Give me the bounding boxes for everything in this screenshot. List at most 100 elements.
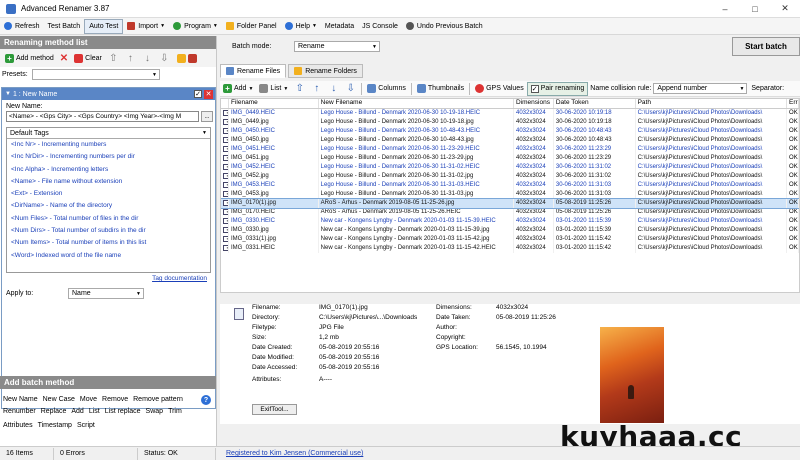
add-method-button[interactable]: + Add method [2,50,57,66]
row-checkbox[interactable]: ✓ [221,154,229,163]
method-enabled-checkbox[interactable]: ✓ [194,90,202,98]
batch-new-name[interactable]: New Name [3,396,38,403]
row-checkbox[interactable]: ✓ [221,145,229,154]
import-menu[interactable]: Import ▼ [123,19,169,34]
batch-attributes[interactable]: Attributes [3,422,33,429]
apply-to-select[interactable]: Name ▼ [68,288,144,299]
tag-item[interactable]: <Inc Nr> - Incrementing numbers [7,139,210,151]
batch-renumber[interactable]: Renumber [3,408,36,415]
table-row[interactable]: ✓IMG_0452.jpgLego House - Billund - Denm… [221,172,799,181]
batch-new-case[interactable]: New Case [43,396,75,403]
col-filename[interactable]: Filename [229,99,319,108]
table-row[interactable]: ✓IMG_0452.HEICLego House - Billund - Den… [221,163,799,172]
table-row[interactable]: ✓IMG_0330.jpgNew car - Kongens Lyngby - … [221,226,799,235]
registration-link[interactable]: Registered to Kim Jensen (Commercial use… [216,450,363,457]
table-row[interactable]: ✓IMG_0331.HEICNew car - Kongens Lyngby -… [221,244,799,253]
start-batch-button[interactable]: Start batch [732,37,800,56]
move-top-icon[interactable]: ⇧ [109,53,118,64]
open-folder-icon[interactable] [176,53,186,63]
columns-button[interactable]: Columns [364,82,409,96]
col-path[interactable]: Path [636,99,788,108]
row-checkbox[interactable]: ✓ [221,208,229,217]
row-checkbox[interactable]: ✓ [221,235,229,244]
table-row[interactable]: ✓IMG_0449.HEICLego House - Billund - Den… [221,109,799,118]
save-icon[interactable] [187,53,197,63]
batch-script[interactable]: Script [77,422,95,429]
undo-batch-button[interactable]: Undo Previous Batch [402,19,487,34]
batch-mode-select[interactable]: Rename ▼ [294,41,380,52]
row-checkbox[interactable]: ✓ [221,136,229,145]
pair-renaming-toggle[interactable]: ✓ Pair renaming [526,81,589,96]
col-error[interactable]: Erro [787,99,799,108]
method-header[interactable]: ▼ 1 : New Name ✓ ✕ [2,88,215,100]
row-checkbox[interactable]: ✓ [221,217,229,226]
new-name-input[interactable]: <Name> - <Gps City> - <Gps Country> <Img… [6,111,199,122]
col-date-token[interactable]: Date Token [554,99,636,108]
row-checkbox[interactable]: ✓ [221,109,229,118]
row-checkbox[interactable]: ✓ [221,181,229,190]
table-row[interactable]: ✓IMG_0170(1).jpgARoS - Århus - Denmark 2… [221,198,799,209]
presets-select[interactable]: ▼ [32,69,160,80]
table-row[interactable]: ✓IMG_0449.jpgLego House - Billund - Denm… [221,118,799,127]
row-checkbox[interactable]: ✓ [221,244,229,253]
move-up-icon[interactable]: ↑ [126,53,135,64]
batch-trim[interactable]: Trim [168,408,182,415]
method-close-icon[interactable]: ✕ [204,89,213,99]
row-checkbox[interactable]: ✓ [221,118,229,127]
js-console-button[interactable]: JS Console [358,19,402,34]
table-row[interactable]: ✓IMG_0331(1).jpgNew car - Kongens Lyngby… [221,235,799,244]
table-row[interactable]: ✓IMG_0453.HEICLego House - Billund - Den… [221,181,799,190]
refresh-button[interactable]: Refresh [0,19,44,34]
batch-remove-pattern[interactable]: Remove pattern [133,396,183,403]
collision-select[interactable]: Append number ▼ [653,83,748,94]
table-row[interactable]: ✓IMG_0170.HEICARoS - Århus - Denmark 201… [221,208,799,217]
list-button[interactable]: List ▼ [256,82,291,96]
move-down-icon[interactable]: ↓ [143,53,152,64]
row-checkbox[interactable]: ✓ [221,127,229,136]
row-checkbox[interactable]: ✓ [221,226,229,235]
table-row[interactable]: ✓IMG_0450.HEICLego House - Billund - Den… [221,127,799,136]
tag-item[interactable]: <Word> Indexed word of the file name [7,250,210,262]
thumbnails-button[interactable]: Thumbnails [414,82,467,96]
test-batch-button[interactable]: Test Batch [44,19,85,34]
tab-rename-folders[interactable]: Rename Folders [288,64,363,78]
tag-item[interactable]: <DirName> - Name of the directory [7,200,210,212]
batch-list[interactable]: List [89,408,100,415]
batch-swap[interactable]: Swap [146,408,164,415]
tag-item[interactable]: <Name> - File name without extension [7,176,210,188]
move-up-icon[interactable]: ↑ [312,83,321,94]
move-top-icon[interactable]: ⇧ [295,83,304,94]
tag-item[interactable]: <Ext> - Extension [7,188,210,200]
tag-item[interactable]: <Num Files> - Total number of files in t… [7,213,210,225]
metadata-button[interactable]: Metadata [321,19,358,34]
table-row[interactable]: ✓IMG_0453.jpgLego House - Billund - Denm… [221,190,799,199]
gps-values-button[interactable]: GPS Values [472,82,527,96]
add-files-button[interactable]: + Add ▼ [220,82,256,96]
batch-replace[interactable]: Replace [41,408,67,415]
browse-button[interactable]: ... [201,111,213,122]
table-row[interactable]: ✓IMG_0330.HEICNew car - Kongens Lyngby -… [221,217,799,226]
exiftool-button[interactable]: ExifTool... [252,404,297,415]
row-checkbox[interactable]: ✓ [221,199,229,208]
tags-select[interactable]: Default Tags ▼ [7,128,210,139]
auto-test-button[interactable]: Auto Test [84,18,124,34]
batch-move[interactable]: Move [80,396,97,403]
tab-rename-files[interactable]: Rename Files [220,64,287,78]
table-row[interactable]: ✓IMG_0450.jpgLego House - Billund - Denm… [221,136,799,145]
tag-item[interactable]: <Num Dirs> - Total number of subdirs in … [7,225,210,237]
col-new-filename[interactable]: New Filename [319,99,514,108]
batch-add[interactable]: Add [71,408,83,415]
program-menu[interactable]: Program ▼ [169,19,222,34]
table-row[interactable]: ✓IMG_0451.HEICLego House - Billund - Den… [221,145,799,154]
maximize-icon[interactable]: □ [740,0,770,18]
tag-documentation-link[interactable]: Tag documentation [152,275,207,282]
move-down-icon[interactable]: ↓ [329,83,338,94]
col-dimensions[interactable]: Dimensions [514,99,554,108]
minimize-icon[interactable]: – [710,0,740,18]
row-checkbox[interactable]: ✓ [221,163,229,172]
table-row[interactable]: ✓IMG_0451.jpgLego House - Billund - Denm… [221,154,799,163]
close-icon[interactable]: ✕ [770,0,800,18]
tag-item[interactable]: <Num Items> - Total number of items in t… [7,237,210,249]
folder-panel-button[interactable]: Folder Panel [222,19,281,34]
batch-timestamp[interactable]: Timestamp [38,422,72,429]
